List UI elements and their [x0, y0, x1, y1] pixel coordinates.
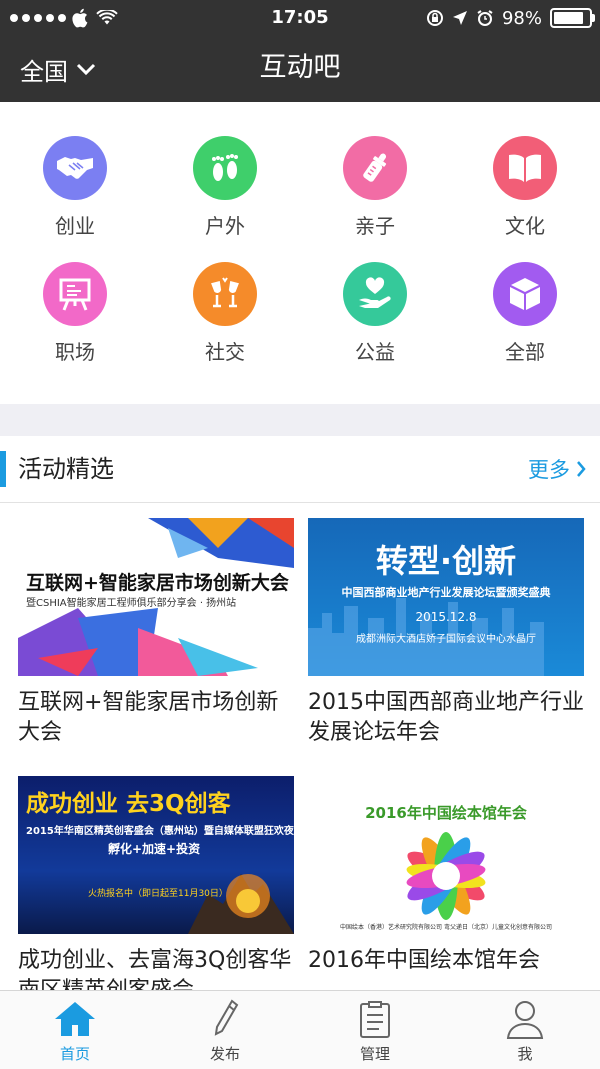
tab-label: 首页: [59, 1045, 90, 1063]
footprints-icon: [212, 154, 238, 181]
event-poster: 转型·创新 中国西部商业地产行业发展论坛暨颁奖盛典 2015.12.8 成都洲际…: [308, 518, 584, 676]
battery-icon: [550, 8, 595, 28]
status-right: 98%: [426, 0, 595, 36]
handshake-icon: [57, 157, 93, 179]
category-item-family[interactable]: 亲子: [300, 136, 450, 246]
region-selector[interactable]: 全国: [20, 36, 96, 102]
category-icon-bg: [343, 136, 407, 200]
box-icon: [510, 278, 540, 310]
category-label: 创业: [55, 214, 95, 238]
chevron-down-icon: [76, 63, 96, 76]
category-label: 文化: [505, 214, 545, 238]
category-icon-bg: [193, 262, 257, 326]
book-icon: [509, 154, 541, 182]
event-card[interactable]: 成功创业 去3Q创客 2015年华南区精英创客盛会（惠州站）暨自媒体联盟狂欢夜 …: [18, 776, 294, 1006]
poster-date: 2015.12.8: [415, 610, 477, 624]
poster-subtitle: 中国西部商业地产行业发展论坛暨颁奖盛典: [341, 586, 551, 599]
event-poster: 互联网+智能家居市场创新大会 暨CSHIA智能家居工程师俱乐部分享会 · 扬州站: [18, 518, 294, 676]
heart-hand-icon: [359, 277, 391, 308]
more-link[interactable]: 更多: [528, 436, 586, 502]
category-icon-bg: [493, 262, 557, 326]
poster-venue: 成都洲际大酒店娇子国际会议中心水晶厅: [356, 634, 536, 645]
tab-bar: 首页 发布 管理 我: [0, 990, 600, 1069]
tab-home[interactable]: 首页: [0, 991, 150, 1069]
tab-label: 发布: [209, 1045, 240, 1063]
category-item-social[interactable]: 社交: [150, 262, 300, 372]
category-item-startup[interactable]: 创业: [0, 136, 150, 246]
category-label: 社交: [205, 340, 245, 364]
tab-manage[interactable]: 管理: [300, 991, 450, 1069]
category-icon-bg: [43, 136, 107, 200]
event-title: 2016年中国绘本馆年会: [308, 948, 540, 973]
category-icon-bg: [43, 262, 107, 326]
tab-label: 我: [517, 1045, 533, 1063]
home-icon: [55, 1002, 95, 1036]
category-icon-bg: [343, 262, 407, 326]
cheers-icon: [211, 277, 239, 308]
featured-section-header: 活动精选 更多: [0, 436, 600, 503]
battery-percent: 98%: [501, 7, 542, 29]
category-item-charity[interactable]: 公益: [300, 262, 450, 372]
section-title: 活动精选: [18, 455, 114, 483]
poster-heading: 转型·创新: [375, 542, 517, 580]
category-label: 公益: [355, 340, 395, 364]
event-card[interactable]: 互联网+智能家居市场创新大会 暨CSHIA智能家居工程师俱乐部分享会 · 扬州站…: [18, 518, 294, 748]
poster-subtitle: 暨CSHIA智能家居工程师俱乐部分享会 · 扬州站: [26, 598, 237, 609]
poster-heading: 2016年中国绘本馆年会: [365, 804, 527, 822]
section-accent-bar: [0, 451, 6, 487]
event-title: 互联网+智能家居市场创新大会: [18, 690, 279, 745]
chevron-right-icon: [577, 461, 586, 477]
category-grid: 创业 户外 亲子 文化 职场 社交 公益 全部: [0, 102, 600, 404]
presentation-icon: [59, 278, 91, 311]
flower-graphic: [406, 832, 486, 920]
tab-me[interactable]: 我: [450, 991, 600, 1069]
event-poster: 2016年中国绘本馆年会 中国绘本（香港）艺术研究院有限公司 弯父递日（北京）儿…: [308, 776, 584, 934]
poster-tag: 孵化+加速+投资: [108, 842, 201, 856]
rotation-lock-icon: [426, 10, 443, 26]
event-card[interactable]: 转型·创新 中国西部商业地产行业发展论坛暨颁奖盛典 2015.12.8 成都洲际…: [308, 518, 584, 748]
category-label: 亲子: [355, 214, 395, 238]
category-item-outdoor[interactable]: 户外: [150, 136, 300, 246]
poster-heading: 成功创业 去3Q创客: [26, 791, 231, 817]
category-label: 户外: [205, 214, 245, 238]
location-icon: [452, 11, 467, 25]
nav-bar: 全国 互动吧: [0, 36, 600, 102]
poster-footer: 中国绘本（香港）艺术研究院有限公司 弯父递日（北京）儿童文化创意有限公司: [340, 924, 552, 931]
more-label: 更多: [528, 458, 570, 482]
event-poster: 成功创业 去3Q创客 2015年华南区精英创客盛会（惠州站）暨自媒体联盟狂欢夜 …: [18, 776, 294, 934]
person-icon: [506, 1001, 544, 1039]
alarm-icon: [477, 10, 493, 26]
event-card[interactable]: 2016年中国绘本馆年会 中国绘本（香港）艺术研究院有限公司 弯父递日（北京）儿…: [308, 776, 584, 976]
section-divider: [0, 404, 600, 436]
poster-note: 火热报名中（即日起至11月30日）: [88, 889, 228, 899]
region-label: 全国: [20, 57, 68, 86]
category-item-career[interactable]: 职场: [0, 262, 150, 372]
clipboard-icon: [360, 1001, 390, 1038]
poster-subtitle: 2015年华南区精英创客盛会（惠州站）暨自媒体联盟狂欢夜: [26, 826, 294, 837]
category-item-all[interactable]: 全部: [450, 262, 600, 372]
poster-heading: 互联网+智能家居市场创新大会: [26, 572, 289, 594]
category-icon-bg: [193, 136, 257, 200]
event-title: 2015中国西部商业地产行业发展论坛年会: [308, 690, 584, 745]
baby-bottle-icon: [363, 153, 387, 182]
category-label: 全部: [505, 340, 545, 364]
category-item-culture[interactable]: 文化: [450, 136, 600, 246]
pen-icon: [214, 999, 239, 1036]
status-bar: 17:05 98%: [0, 0, 600, 36]
tab-label: 管理: [359, 1045, 390, 1063]
category-icon-bg: [493, 136, 557, 200]
category-label: 职场: [55, 340, 95, 364]
tab-publish[interactable]: 发布: [150, 991, 300, 1069]
